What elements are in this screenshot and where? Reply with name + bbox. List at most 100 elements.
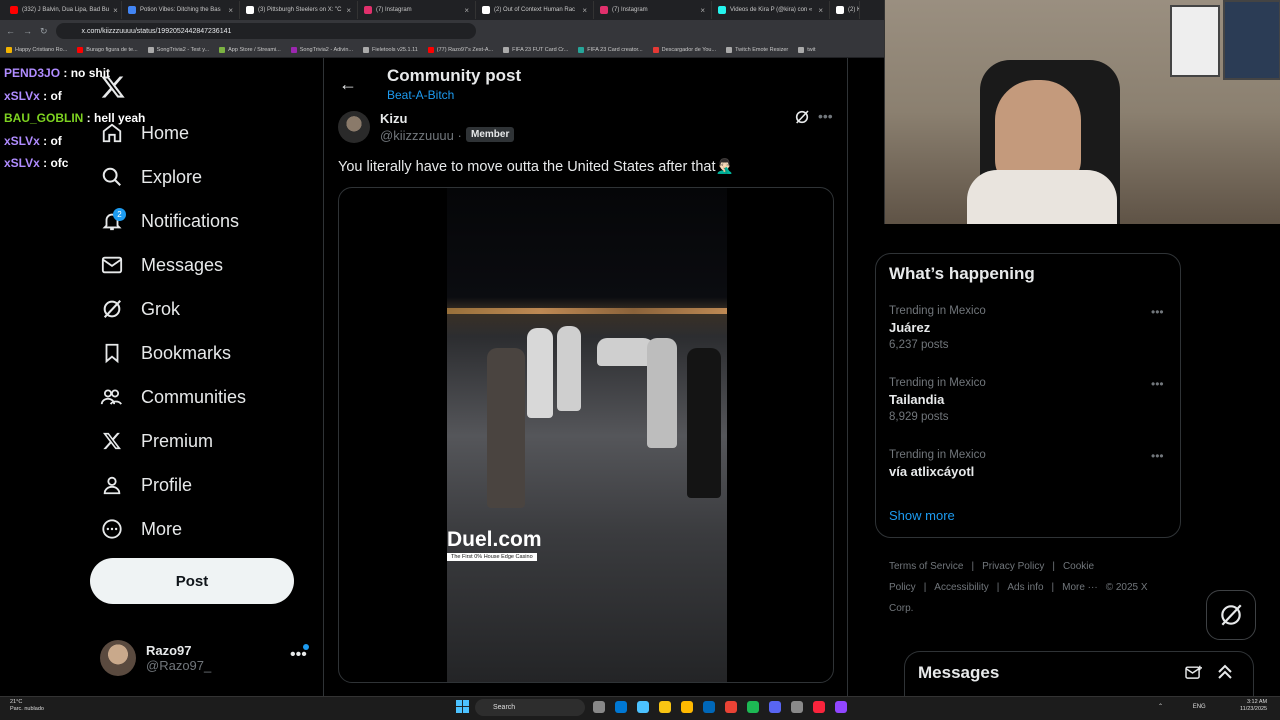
taskbar-search[interactable]: Search: [475, 699, 585, 716]
back-arrow-icon[interactable]: ←: [6, 26, 15, 36]
forward-arrow-icon[interactable]: →: [23, 26, 32, 36]
trend-item[interactable]: Trending in Mexico vía atlixcáyotl •••: [889, 449, 1169, 479]
post-button[interactable]: Post: [90, 558, 294, 604]
edge-icon[interactable]: [615, 701, 627, 713]
video-person: [487, 348, 525, 508]
author-name[interactable]: Kizu: [380, 111, 407, 126]
grok-button[interactable]: [1206, 590, 1256, 640]
bookmark-item[interactable]: twit: [798, 46, 816, 53]
nav-item-communities[interactable]: Communities: [100, 382, 246, 412]
reload-icon[interactable]: ↻: [40, 26, 48, 37]
bookmark-item[interactable]: SongTrivia2 - Test y...: [147, 46, 209, 53]
browser-tab[interactable]: (332) J Balvin, Dua Lipa, Bad Bu ×: [4, 1, 122, 19]
task-view-icon[interactable]: [593, 701, 605, 713]
browser-tab[interactable]: (7) Instagram ×: [594, 1, 712, 19]
bookmark-item[interactable]: App Store / Streami...: [219, 46, 281, 53]
close-icon[interactable]: ×: [582, 6, 587, 15]
close-icon[interactable]: ×: [228, 6, 233, 15]
browser-tab[interactable]: (2) Out of Context Human Rac ×: [476, 1, 594, 19]
bookmark-item[interactable]: (77) Razo97's Zest-A...: [427, 46, 493, 53]
bookmark-item[interactable]: FIFA 23 Card creator...: [578, 46, 643, 53]
close-icon[interactable]: ×: [113, 6, 118, 15]
footer-link[interactable]: More ···: [1062, 582, 1098, 593]
windows-start-icon[interactable]: [456, 700, 469, 713]
browser-tab[interactable]: Potion Vibes: Ditching the Bas ×: [122, 1, 240, 19]
back-arrow-icon[interactable]: ←: [339, 74, 357, 95]
close-icon[interactable]: ×: [700, 6, 705, 15]
nav-item-home[interactable]: Home: [100, 118, 189, 148]
bookmark-item[interactable]: Fieletools v25.1.11: [363, 46, 418, 53]
footer-link[interactable]: Privacy Policy: [982, 561, 1044, 572]
nav-item-explore[interactable]: Explore: [100, 162, 202, 192]
new-message-icon[interactable]: [1185, 665, 1203, 686]
chevron-up-double-icon[interactable]: [1217, 663, 1233, 686]
x-logo-icon[interactable]: [100, 74, 126, 100]
language-indicator[interactable]: ENG: [1193, 704, 1206, 710]
trend-item[interactable]: Trending in Mexico Juárez 6,237 posts •••: [889, 305, 1169, 351]
nav-item-grok[interactable]: Grok: [100, 294, 180, 324]
weather-widget[interactable]: 21°C Parc. nublado: [10, 699, 44, 713]
grok-icon[interactable]: [794, 109, 810, 125]
bookmark-label: SongTrivia2 - Adivin...: [299, 46, 354, 53]
discord-icon[interactable]: [769, 701, 781, 713]
trend-item[interactable]: Trending in Mexico Tailandia 8,929 posts ••…: [889, 377, 1169, 423]
spotify-icon[interactable]: [747, 701, 759, 713]
video-street-lights: [447, 308, 727, 314]
nav-item-notifications[interactable]: 2 Notifications: [100, 206, 239, 236]
folder-icon[interactable]: [681, 701, 693, 713]
post-video[interactable]: Duel.com The First 0% House Edge Casino: [338, 187, 834, 683]
footer-link[interactable]: Accessibility: [934, 582, 988, 593]
close-icon[interactable]: ×: [346, 6, 351, 15]
footer-link[interactable]: Terms of Service: [889, 561, 963, 572]
bookmark-item[interactable]: SongTrivia2 - Adivin...: [290, 46, 354, 53]
bookmark-item[interactable]: Twitch Emote Resizer: [726, 46, 788, 53]
settings-icon[interactable]: [791, 701, 803, 713]
close-icon[interactable]: ×: [818, 6, 823, 15]
twitch-icon[interactable]: [835, 701, 847, 713]
browser-tab[interactable]: (7) Instagram ×: [358, 1, 476, 19]
tab-title: (2) Ki: [848, 7, 859, 13]
post-more-icon[interactable]: •••: [818, 108, 833, 124]
author-avatar[interactable]: [338, 111, 370, 143]
system-tray[interactable]: ⌃ ENG: [1158, 703, 1206, 710]
bookmark-item[interactable]: Burago figura de te...: [77, 46, 138, 53]
chat-username: xSLVx: [4, 88, 40, 103]
chevron-up-icon[interactable]: ⌃: [1158, 704, 1163, 710]
bookmark-label: FIFA 23 FUT Card Cr...: [512, 46, 569, 53]
video-frame[interactable]: Duel.com The First 0% House Edge Casino: [447, 188, 727, 682]
file-explorer-icon[interactable]: [659, 701, 671, 713]
people-icon: [100, 386, 123, 409]
show-more-link[interactable]: Show more: [889, 508, 955, 523]
chrome-icon[interactable]: [725, 701, 737, 713]
bookmark-item[interactable]: Descargador de You...: [652, 46, 716, 53]
search-icon: [100, 166, 123, 189]
bookmark-item[interactable]: Happy Cristiano Ro...: [6, 46, 67, 53]
music-icon[interactable]: [813, 701, 825, 713]
trend-more-icon[interactable]: •••: [1151, 377, 1164, 391]
copilot-icon[interactable]: [637, 701, 649, 713]
store-icon[interactable]: [703, 701, 715, 713]
close-icon[interactable]: ×: [464, 6, 469, 15]
nav-item-premium[interactable]: Premium: [100, 426, 213, 456]
address-bar[interactable]: x.com/kiizzzuuuu/status/1992052442847236…: [55, 23, 476, 39]
browser-tab[interactable]: (3) Pittsburgh Steelers on X: "C ×: [240, 1, 358, 19]
bookmark-item[interactable]: FIFA 23 FUT Card Cr...: [503, 46, 569, 53]
taskbar-clock[interactable]: 3:12 AM 11/23/2025: [1240, 699, 1267, 713]
chat-text: of: [50, 88, 62, 103]
browser-tab[interactable]: Videos de Kira P (@kira) con « ×: [712, 1, 830, 19]
community-link[interactable]: Beat-A-Bitch: [387, 88, 454, 102]
nav-item-profile[interactable]: Profile: [100, 470, 192, 500]
trend-more-icon[interactable]: •••: [1151, 305, 1164, 319]
nav-item-more[interactable]: More: [100, 514, 182, 544]
footer-link[interactable]: Ads info: [1007, 582, 1043, 593]
messages-drawer-title[interactable]: Messages: [918, 663, 999, 683]
home-icon: [100, 122, 123, 145]
author-handle[interactable]: @kiizzzuuuu ·: [380, 128, 462, 143]
nav-item-messages[interactable]: Messages: [100, 250, 223, 280]
browser-tab[interactable]: (2) Ki×: [830, 1, 860, 19]
trend-more-icon[interactable]: •••: [1151, 449, 1164, 463]
weather-temp: 21°C: [10, 699, 23, 705]
video-person: [687, 348, 721, 498]
nav-item-bookmarks[interactable]: Bookmarks: [100, 338, 231, 368]
account-switcher[interactable]: Razo97 @Razo97_ •••: [100, 638, 310, 678]
